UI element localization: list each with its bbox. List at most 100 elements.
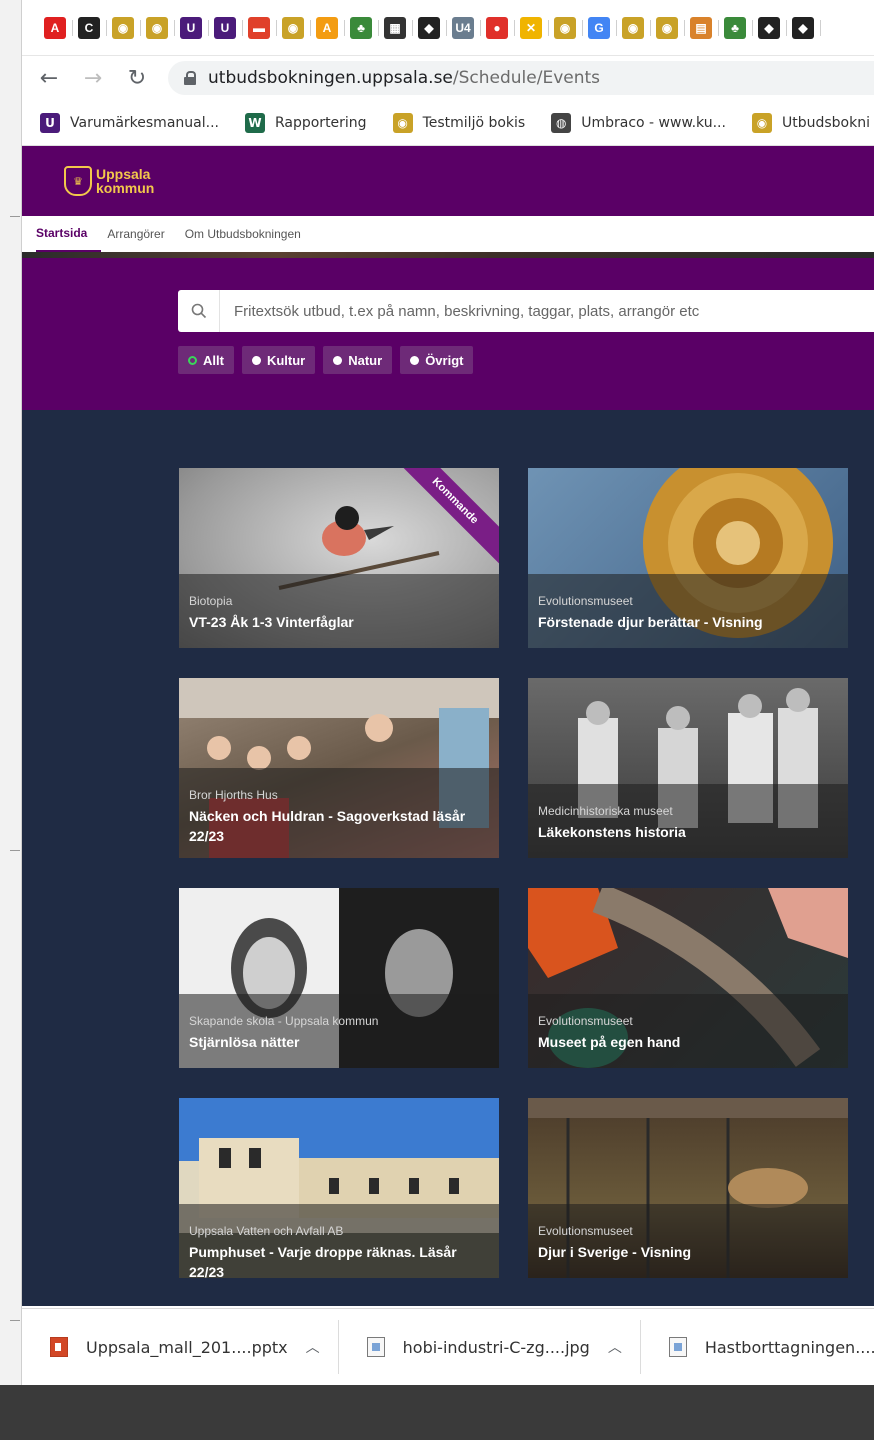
image-file-icon bbox=[366, 1337, 385, 1357]
address-path: /Schedule/Events bbox=[452, 68, 601, 88]
radio-dot-icon bbox=[410, 355, 420, 365]
shield-icon: ◆ bbox=[418, 16, 440, 39]
download-item[interactable]: Uppsala_mall_201....pptx ︿ bbox=[22, 1320, 339, 1374]
browser-tab[interactable]: ◆ bbox=[412, 11, 447, 45]
filter-ovrigt[interactable]: Övrigt bbox=[400, 346, 474, 374]
radio-dot-icon bbox=[333, 355, 343, 365]
back-icon[interactable]: ← bbox=[36, 65, 62, 91]
uppsala-shield-icon: ◉ bbox=[751, 112, 772, 133]
forward-icon[interactable]: → bbox=[80, 65, 106, 91]
browser-tab[interactable]: ♣ bbox=[344, 11, 379, 45]
filter-kultur[interactable]: Kultur bbox=[241, 346, 316, 374]
browser-tab[interactable]: U bbox=[174, 11, 209, 45]
nav-arrangorer[interactable]: Arrangörer bbox=[107, 216, 178, 252]
x-icon: ✕ bbox=[520, 16, 542, 39]
browser-window: A C ◉ ◉ U U ▬ ◉ A ♣ ▦ ◆ U4 ● ✕ ◉ G ◉ ◉ ▤ ♣ ◆ ◆ ← → ↻ utbudsbok… bbox=[22, 0, 874, 1385]
browser-tab[interactable]: ◆ bbox=[752, 11, 787, 45]
browser-tab[interactable]: A bbox=[310, 11, 345, 45]
browser-tab[interactable]: G bbox=[582, 11, 617, 45]
browser-tab[interactable]: ◉ bbox=[548, 11, 583, 45]
tab-strip: A C ◉ ◉ U U ▬ ◉ A ♣ ▦ ◆ U4 ● ✕ ◉ G ◉ ◉ ▤ ♣ ◆ ◆ bbox=[22, 0, 874, 56]
filter-allt[interactable]: Allt bbox=[178, 346, 234, 374]
browser-tab[interactable]: ◉ bbox=[106, 11, 141, 45]
search-input[interactable] bbox=[220, 302, 874, 320]
browser-tab[interactable]: ◉ bbox=[650, 11, 685, 45]
search-icon[interactable] bbox=[178, 290, 220, 332]
browser-tab[interactable]: U bbox=[208, 11, 243, 45]
browser-tab[interactable]: ▬ bbox=[242, 11, 277, 45]
nav-startsida[interactable]: Startsida bbox=[36, 216, 102, 252]
browser-tab[interactable]: A bbox=[38, 11, 73, 45]
browser-tab[interactable]: ▦ bbox=[378, 11, 413, 45]
tree-icon: ♣ bbox=[724, 16, 746, 39]
search-box bbox=[178, 290, 874, 332]
card-caption: Uppsala Vatten och Avfall AB Pumphuset -… bbox=[179, 1204, 499, 1278]
browser-tab[interactable]: U4 bbox=[446, 11, 481, 45]
uppsala-shield-icon: ◉ bbox=[112, 16, 134, 39]
browser-tab[interactable]: ● bbox=[480, 11, 515, 45]
uppsala-shield-icon: ◉ bbox=[622, 16, 644, 39]
download-item[interactable]: hobi-industri-C-zg....jpg ︿ bbox=[339, 1320, 641, 1374]
download-filename: hobi-industri-C-zg....jpg bbox=[402, 1337, 590, 1357]
bookmark-label: Varumärkesmanual... bbox=[70, 114, 219, 131]
browser-tab[interactable]: C bbox=[72, 11, 107, 45]
address-domain: utbudsbokningen.uppsala.se bbox=[208, 68, 453, 88]
bookmarks-bar: U Varumärkesmanual... W Rapportering ◉ Testmi… bbox=[22, 100, 874, 146]
browser-tab[interactable]: ◉ bbox=[616, 11, 651, 45]
card-caption: Skapande skola - Uppsala kommun Stjärnlö… bbox=[179, 994, 499, 1068]
download-filename: Hastborttagningen.... bbox=[704, 1337, 874, 1357]
uppsala-shield-icon: ◉ bbox=[282, 16, 304, 39]
filter-natur[interactable]: Natur bbox=[323, 346, 393, 374]
site-nav: Startsida Arrangörer Om Utbudsbokningen bbox=[22, 216, 874, 252]
card-title: Museet på egen hand bbox=[538, 1034, 681, 1050]
event-card[interactable]: Medicinhistoriska museet Läkekonstens hi… bbox=[528, 678, 848, 858]
event-card[interactable]: Uppsala Vatten och Avfall AB Pumphuset -… bbox=[179, 1098, 499, 1278]
orange-a-icon: A bbox=[316, 16, 338, 39]
event-card[interactable]: Evolutionsmuseet Förstenade djur berätta… bbox=[528, 468, 848, 648]
card-caption: Evolutionsmuseet Förstenade djur berätta… bbox=[528, 574, 848, 648]
card-caption: Evolutionsmuseet Museet på egen hand bbox=[528, 994, 848, 1068]
card-caption: Medicinhistoriska museet Läkekonstens hi… bbox=[528, 784, 848, 858]
event-card[interactable]: Evolutionsmuseet Museet på egen hand bbox=[528, 888, 848, 1068]
download-item[interactable]: Hastborttagningen.... bbox=[641, 1320, 874, 1374]
shield-icon: ◆ bbox=[758, 16, 780, 39]
card-organizer: Skapande skola - Uppsala kommun bbox=[189, 1014, 379, 1028]
card-organizer: Evolutionsmuseet bbox=[538, 1014, 633, 1028]
downloads-bar: Uppsala_mall_201....pptx ︿ hobi-industri… bbox=[22, 1308, 874, 1385]
reload-icon[interactable]: ↻ bbox=[124, 65, 150, 91]
event-card[interactable]: Evolutionsmuseet Djur i Sverige - Visnin… bbox=[528, 1098, 848, 1278]
red-banner-icon: ▬ bbox=[248, 16, 270, 39]
event-card[interactable]: Kommande Biotopia VT-23 Åk 1-3 Vinterfåg… bbox=[179, 468, 499, 648]
bookmark-item[interactable]: W Rapportering bbox=[244, 112, 367, 133]
bookmark-item[interactable]: U Varumärkesmanual... bbox=[40, 112, 219, 133]
card-caption: Evolutionsmuseet Djur i Sverige - Visnin… bbox=[528, 1204, 848, 1278]
card-title: Näcken och Huldran - Sagoverkstad läsår … bbox=[189, 808, 466, 844]
site-header: ♛ Uppsala kommun bbox=[22, 146, 874, 216]
card-organizer: Evolutionsmuseet bbox=[538, 594, 633, 608]
event-card[interactable]: Skapande skola - Uppsala kommun Stjärnlö… bbox=[179, 888, 499, 1068]
address-bar[interactable]: utbudsbokningen.uppsala.se/Schedule/Even… bbox=[168, 61, 874, 95]
browser-tab[interactable]: ▤ bbox=[684, 11, 719, 45]
browser-tab[interactable]: ♣ bbox=[718, 11, 753, 45]
browser-tab[interactable]: ✕ bbox=[514, 11, 549, 45]
chevron-up-icon[interactable]: ︿ bbox=[306, 1337, 320, 1357]
powerpoint-icon bbox=[50, 1337, 68, 1357]
event-card[interactable]: Bror Hjorths Hus Näcken och Huldran - Sa… bbox=[179, 678, 499, 858]
bookmark-item[interactable]: ◍ Umbraco - www.ku... bbox=[551, 112, 726, 133]
bookmark-item[interactable]: ◉ Utbudsbokni bbox=[751, 112, 870, 133]
browser-tab[interactable]: ◉ bbox=[140, 11, 175, 45]
map-pin-icon: ● bbox=[486, 16, 508, 39]
browser-tab[interactable]: ◉ bbox=[276, 11, 311, 45]
card-organizer: Uppsala Vatten och Avfall AB bbox=[189, 1224, 344, 1238]
bookmark-item[interactable]: ◉ Testmiljö bokis bbox=[392, 112, 525, 133]
u4-icon: U4 bbox=[452, 16, 474, 39]
w-icon: W bbox=[244, 112, 265, 133]
doc-icon: ▤ bbox=[690, 16, 712, 39]
nav-om-utbudsbokningen[interactable]: Om Utbudsbokningen bbox=[185, 216, 315, 252]
uppsala-kommun-logo[interactable]: ♛ Uppsala kommun bbox=[64, 166, 154, 196]
browser-tab[interactable]: ◆ bbox=[786, 11, 821, 45]
chevron-up-icon[interactable]: ︿ bbox=[608, 1337, 622, 1357]
logo-line1: Uppsala bbox=[96, 166, 151, 182]
address-row: ← → ↻ utbudsbokningen.uppsala.se/Schedul… bbox=[22, 56, 874, 100]
bookmark-label: Umbraco - www.ku... bbox=[581, 114, 726, 131]
